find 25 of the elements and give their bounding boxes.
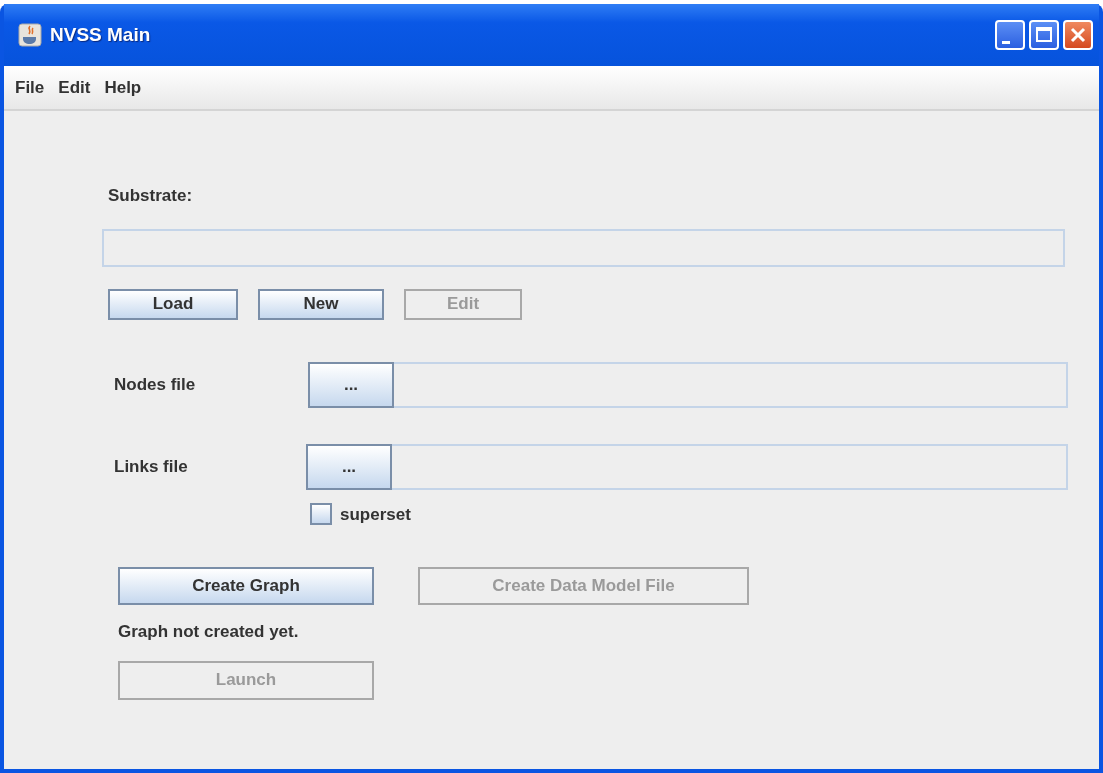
- minimize-button[interactable]: [995, 20, 1025, 50]
- superset-label: superset: [340, 503, 411, 526]
- substrate-button[interactable]: New: [258, 288, 384, 320]
- menu-item[interactable]: Help: [97, 74, 149, 101]
- maximize-button[interactable]: [1029, 20, 1059, 50]
- substrate-button[interactable]: Load: [108, 288, 238, 320]
- close-button[interactable]: [1063, 20, 1093, 50]
- file-label: Nodes file: [114, 373, 197, 396]
- browse-button[interactable]: ...: [308, 361, 394, 408]
- status-text: Graph not created yet.: [118, 622, 299, 641]
- file-label: Links file: [114, 455, 189, 478]
- substrate-field[interactable]: [102, 228, 1065, 267]
- file-path-field[interactable]: [394, 361, 1068, 408]
- coffee-cup-icon: [18, 23, 42, 47]
- browse-button[interactable]: ...: [306, 443, 392, 490]
- file-path-field[interactable]: [392, 443, 1068, 490]
- window-title: NVSS Main: [50, 22, 151, 47]
- maximize-icon: [1035, 26, 1053, 44]
- superset-checkbox[interactable]: [310, 503, 332, 526]
- close-icon: [1069, 26, 1087, 44]
- menu-item[interactable]: File: [8, 74, 52, 101]
- menu-item[interactable]: Edit: [51, 74, 98, 101]
- minimize-icon: [1002, 40, 1010, 44]
- action-button[interactable]: Create Graph: [118, 567, 374, 605]
- substrate-label: Substrate:: [108, 186, 193, 205]
